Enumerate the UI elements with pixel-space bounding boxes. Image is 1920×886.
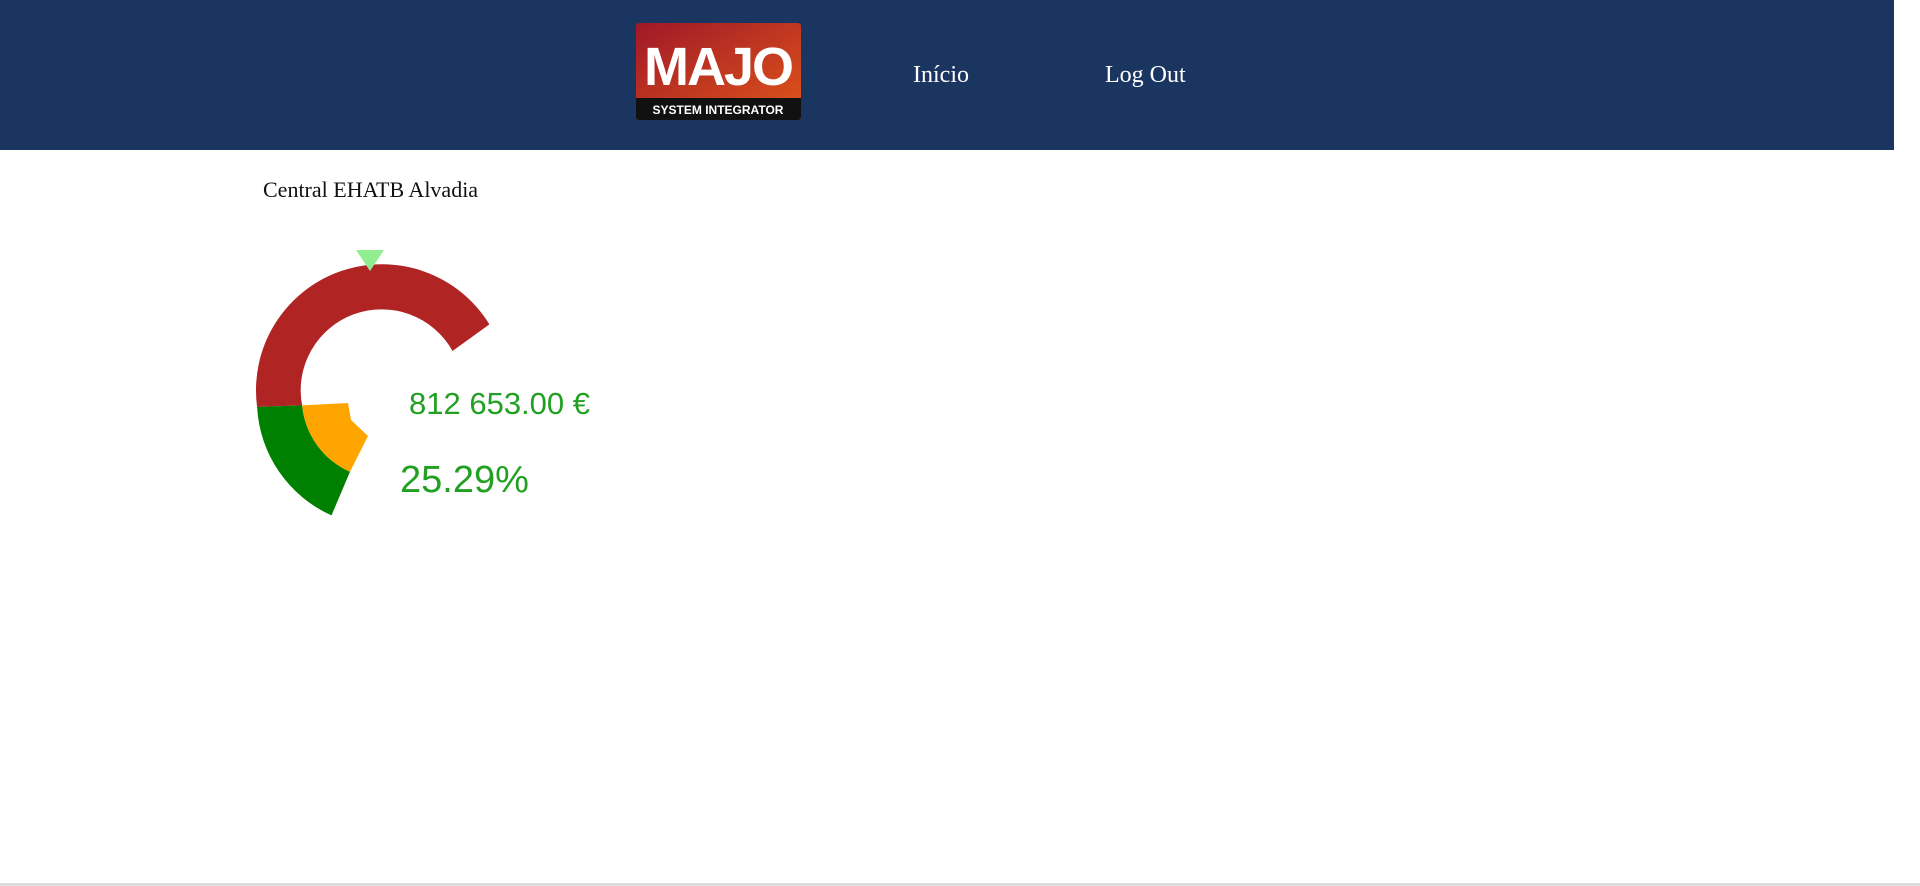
top-header: MAJO SYSTEM INTEGRATOR Início Log Out [0, 0, 1894, 150]
gauge-percent-value: 25.29% [400, 459, 529, 501]
nav-logout-link[interactable]: Log Out [1105, 60, 1186, 90]
page-title: Central EHATB Alvadia [263, 177, 479, 202]
revenue-gauge: 812 653.00 € 25.29% [255, 250, 590, 516]
nav-inicio-link[interactable]: Início [913, 60, 969, 90]
majo-logo-graphic: MAJO SYSTEM INTEGRATOR [636, 23, 801, 120]
logo-text: MAJO [644, 37, 792, 97]
majo-logo[interactable]: MAJO SYSTEM INTEGRATOR [636, 23, 801, 120]
gauge-amount-value: 812 653.00 € [409, 386, 590, 421]
logo-subtext: SYSTEM INTEGRATOR [653, 103, 784, 117]
